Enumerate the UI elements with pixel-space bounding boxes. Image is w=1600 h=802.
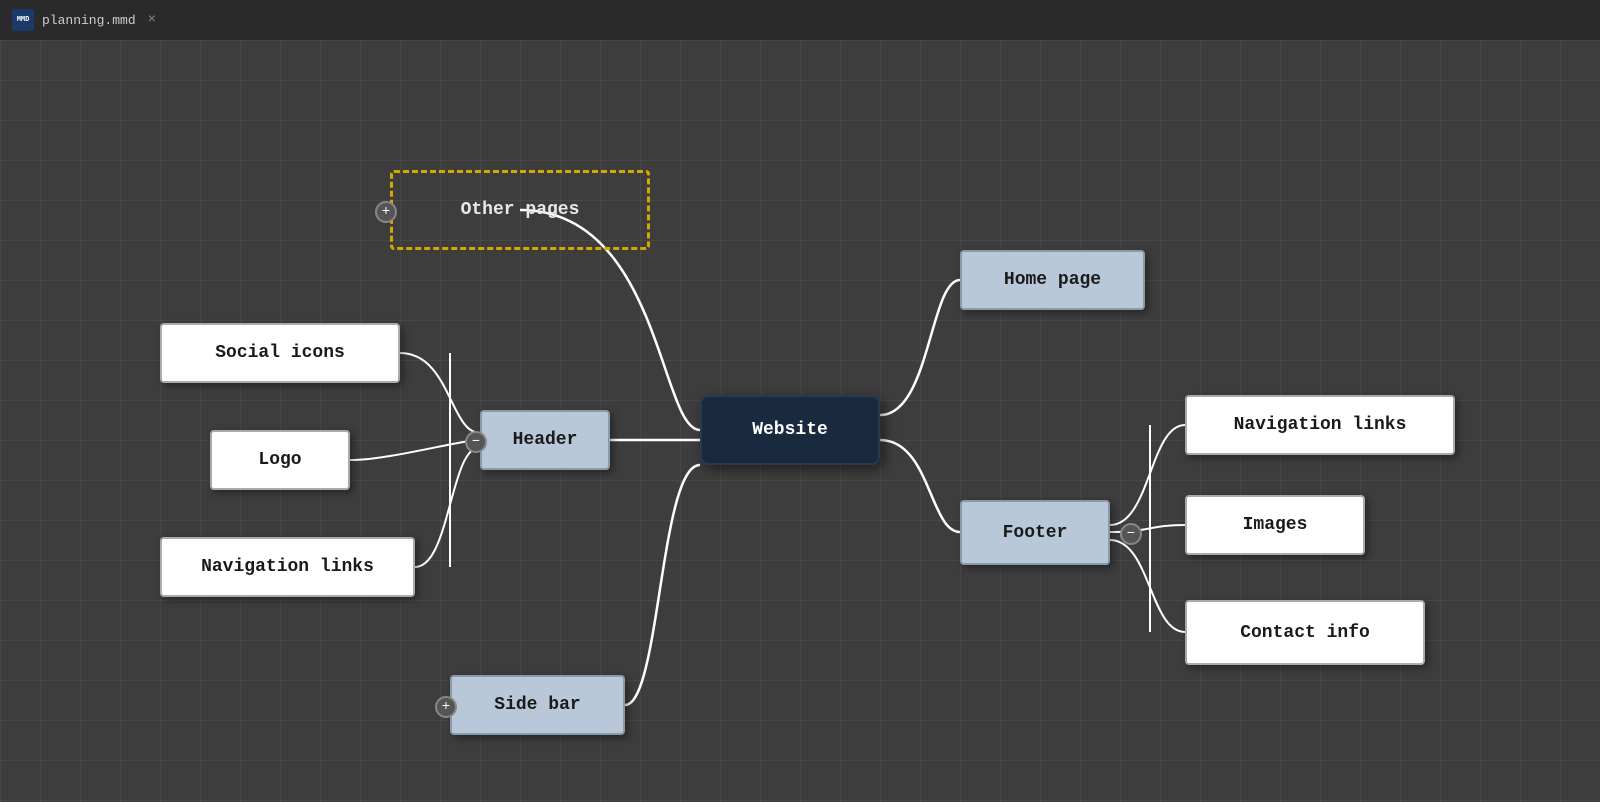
close-tab-button[interactable]: × (148, 12, 156, 28)
diagram-canvas: Other pages Home page Website Header Foo… (0, 40, 1600, 802)
images-label: Images (1243, 515, 1308, 535)
contact-info-node[interactable]: Contact info (1185, 600, 1425, 665)
logo-label: Logo (258, 450, 301, 470)
other-pages-label: Other pages (461, 200, 580, 220)
home-page-label: Home page (1004, 270, 1101, 290)
nav-links-header-node[interactable]: Navigation links (160, 537, 415, 597)
collapse-header-button[interactable]: − (465, 431, 487, 453)
sidebar-label: Side bar (494, 695, 580, 715)
nav-links-footer-label: Navigation links (1234, 415, 1407, 435)
collapse-footer-button[interactable]: − (1120, 523, 1142, 545)
header-node[interactable]: Header (480, 410, 610, 470)
expand-sidebar-button[interactable]: + (435, 696, 457, 718)
file-icon: MMD (12, 9, 34, 31)
website-node[interactable]: Website (700, 395, 880, 465)
expand-other-pages-button[interactable]: + (375, 201, 397, 223)
website-label: Website (752, 420, 828, 440)
social-icons-node[interactable]: Social icons (160, 323, 400, 383)
sidebar-node[interactable]: Side bar (450, 675, 625, 735)
contact-info-label: Contact info (1240, 623, 1370, 643)
titlebar: MMD planning.mmd × (0, 0, 1600, 40)
nav-links-footer-node[interactable]: Navigation links (1185, 395, 1455, 455)
images-node[interactable]: Images (1185, 495, 1365, 555)
header-label: Header (513, 430, 578, 450)
social-icons-label: Social icons (215, 343, 345, 363)
footer-node[interactable]: Footer (960, 500, 1110, 565)
other-pages-node[interactable]: Other pages (390, 170, 650, 250)
tab-title[interactable]: planning.mmd (42, 13, 136, 28)
logo-node[interactable]: Logo (210, 430, 350, 490)
home-page-node[interactable]: Home page (960, 250, 1145, 310)
nav-links-header-label: Navigation links (201, 557, 374, 577)
footer-label: Footer (1003, 523, 1068, 543)
